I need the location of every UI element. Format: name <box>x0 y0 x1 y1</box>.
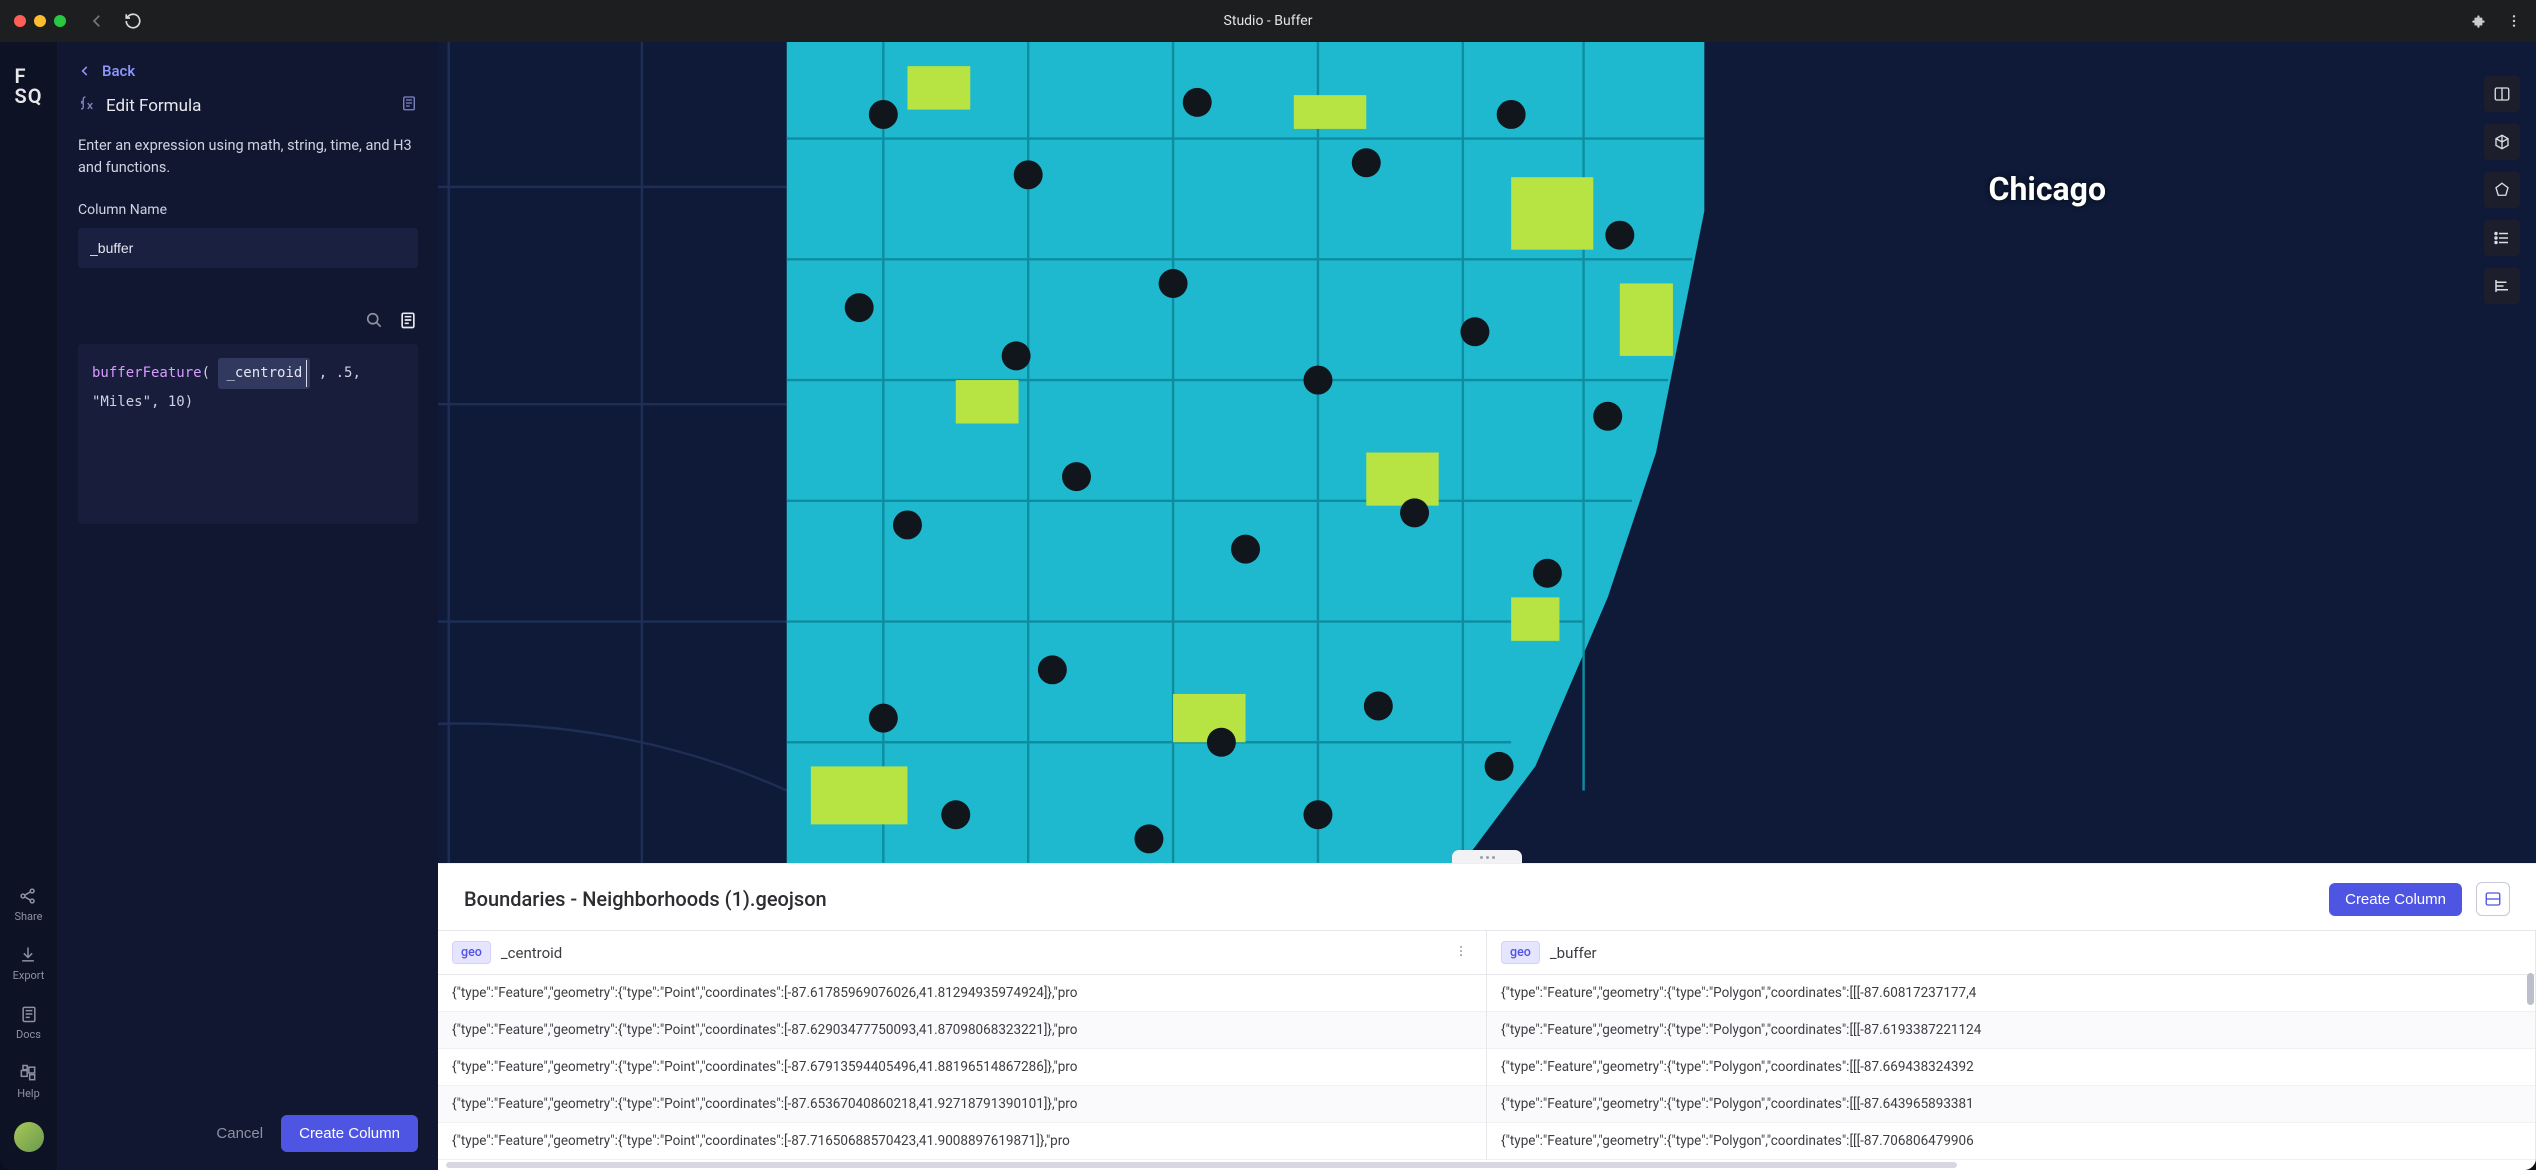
data-table-panel: Boundaries - Neighborhoods (1).geojson C… <box>438 863 2536 1170</box>
vertical-scrollbar[interactable] <box>2527 973 2534 1005</box>
table-cell[interactable]: {"type":"Feature","geometry":{"type":"Po… <box>438 1012 1486 1049</box>
create-column-button[interactable]: Create Column <box>281 1115 418 1152</box>
data-grid: geo _centroid {"type":"Feature","geometr… <box>438 930 2536 1160</box>
column-centroid: geo _centroid {"type":"Feature","geometr… <box>438 931 1487 1160</box>
table-title: Boundaries - Neighborhoods (1).geojson <box>464 887 827 911</box>
map-city-label: Chicago <box>1989 170 2106 208</box>
app-logo-line1: F <box>15 66 43 86</box>
browser-menu-button[interactable] <box>2506 13 2522 29</box>
table-cell[interactable]: {"type":"Feature","geometry":{"type":"Po… <box>1487 1049 2535 1086</box>
table-cell[interactable]: {"type":"Feature","geometry":{"type":"Po… <box>1487 1123 2535 1160</box>
rail-docs-label: Docs <box>16 1028 41 1041</box>
formula-editor[interactable]: bufferFeature( _centroid , .5, "Miles", … <box>78 344 418 524</box>
minimize-window-button[interactable] <box>34 15 46 27</box>
map-tool-3d[interactable] <box>2484 124 2520 160</box>
table-cell[interactable]: {"type":"Feature","geometry":{"type":"Po… <box>1487 975 2535 1012</box>
nav-rail: F SQ Share Export Docs Help <box>0 42 58 1170</box>
panel-description: Enter an expression using math, string, … <box>78 135 418 180</box>
extensions-icon[interactable] <box>2470 12 2488 30</box>
table-create-column-button[interactable]: Create Column <box>2329 883 2462 916</box>
panel-title: Edit Formula <box>106 96 201 116</box>
table-drag-handle[interactable] <box>1452 850 1522 863</box>
column-name: _centroid <box>501 944 562 962</box>
traffic-lights <box>14 15 66 27</box>
table-cell[interactable]: {"type":"Feature","geometry":{"type":"Po… <box>438 975 1486 1012</box>
code-fn-token: bufferFeature <box>92 365 202 381</box>
window-title: Studio - Buffer <box>1224 13 1313 29</box>
maximize-window-button[interactable] <box>54 15 66 27</box>
table-layout-toggle[interactable] <box>2476 882 2510 916</box>
cancel-button[interactable]: Cancel <box>216 1125 263 1142</box>
code-column-chip[interactable]: _centroid <box>218 358 310 389</box>
column-buffer: geo _buffer {"type":"Feature","geometry"… <box>1487 931 2536 1160</box>
app-logo-line2: SQ <box>15 86 43 106</box>
fx-icon <box>78 94 96 117</box>
window-titlebar: Studio - Buffer <box>0 0 2536 42</box>
content-area: Chicago <box>438 42 2536 1170</box>
user-avatar[interactable] <box>14 1122 44 1152</box>
rail-share-label: Share <box>14 910 42 923</box>
editor-doc-icon[interactable] <box>398 310 418 334</box>
column-menu-button[interactable] <box>1450 943 1472 962</box>
map-tool-split[interactable] <box>2484 76 2520 112</box>
table-cell[interactable]: {"type":"Feature","geometry":{"type":"Po… <box>438 1123 1486 1160</box>
map-svg <box>438 42 2536 863</box>
table-cell[interactable]: {"type":"Feature","geometry":{"type":"Po… <box>1487 1012 2535 1049</box>
rail-docs[interactable]: Docs <box>16 1004 41 1041</box>
nav-back-button[interactable] <box>88 12 106 30</box>
app-logo: F SQ <box>15 66 43 106</box>
reload-button[interactable] <box>124 12 142 30</box>
panel-doc-icon[interactable] <box>400 94 418 117</box>
formula-panel: Back Edit Formula Enter an expression us… <box>58 42 438 1170</box>
map-tools <box>2484 76 2520 304</box>
rail-export[interactable]: Export <box>13 945 45 982</box>
app-root: F SQ Share Export Docs Help Back <box>0 42 2536 1170</box>
code-open-paren: ( <box>202 365 219 381</box>
map-tool-align[interactable] <box>2484 268 2520 304</box>
back-button[interactable]: Back <box>78 62 418 80</box>
back-label: Back <box>102 62 135 80</box>
table-cell[interactable]: {"type":"Feature","geometry":{"type":"Po… <box>438 1049 1486 1086</box>
column-type-chip: geo <box>1501 941 1540 964</box>
column-name-input[interactable] <box>78 228 418 268</box>
map-canvas[interactable]: Chicago <box>438 42 2536 863</box>
close-window-button[interactable] <box>14 15 26 27</box>
table-cell[interactable]: {"type":"Feature","geometry":{"type":"Po… <box>438 1086 1486 1123</box>
rail-share[interactable]: Share <box>14 886 42 923</box>
map-tool-legend[interactable] <box>2484 220 2520 256</box>
editor-search-icon[interactable] <box>364 310 384 334</box>
horizontal-scrollbar[interactable] <box>438 1160 2536 1170</box>
column-type-chip: geo <box>452 941 491 964</box>
rail-help-label: Help <box>17 1087 40 1100</box>
rail-help[interactable]: Help <box>17 1063 40 1100</box>
table-cell[interactable]: {"type":"Feature","geometry":{"type":"Po… <box>1487 1086 2535 1123</box>
map-tool-polygon[interactable] <box>2484 172 2520 208</box>
column-name: _buffer <box>1550 944 1597 962</box>
column-name-label: Column Name <box>78 202 418 218</box>
rail-export-label: Export <box>13 969 45 982</box>
